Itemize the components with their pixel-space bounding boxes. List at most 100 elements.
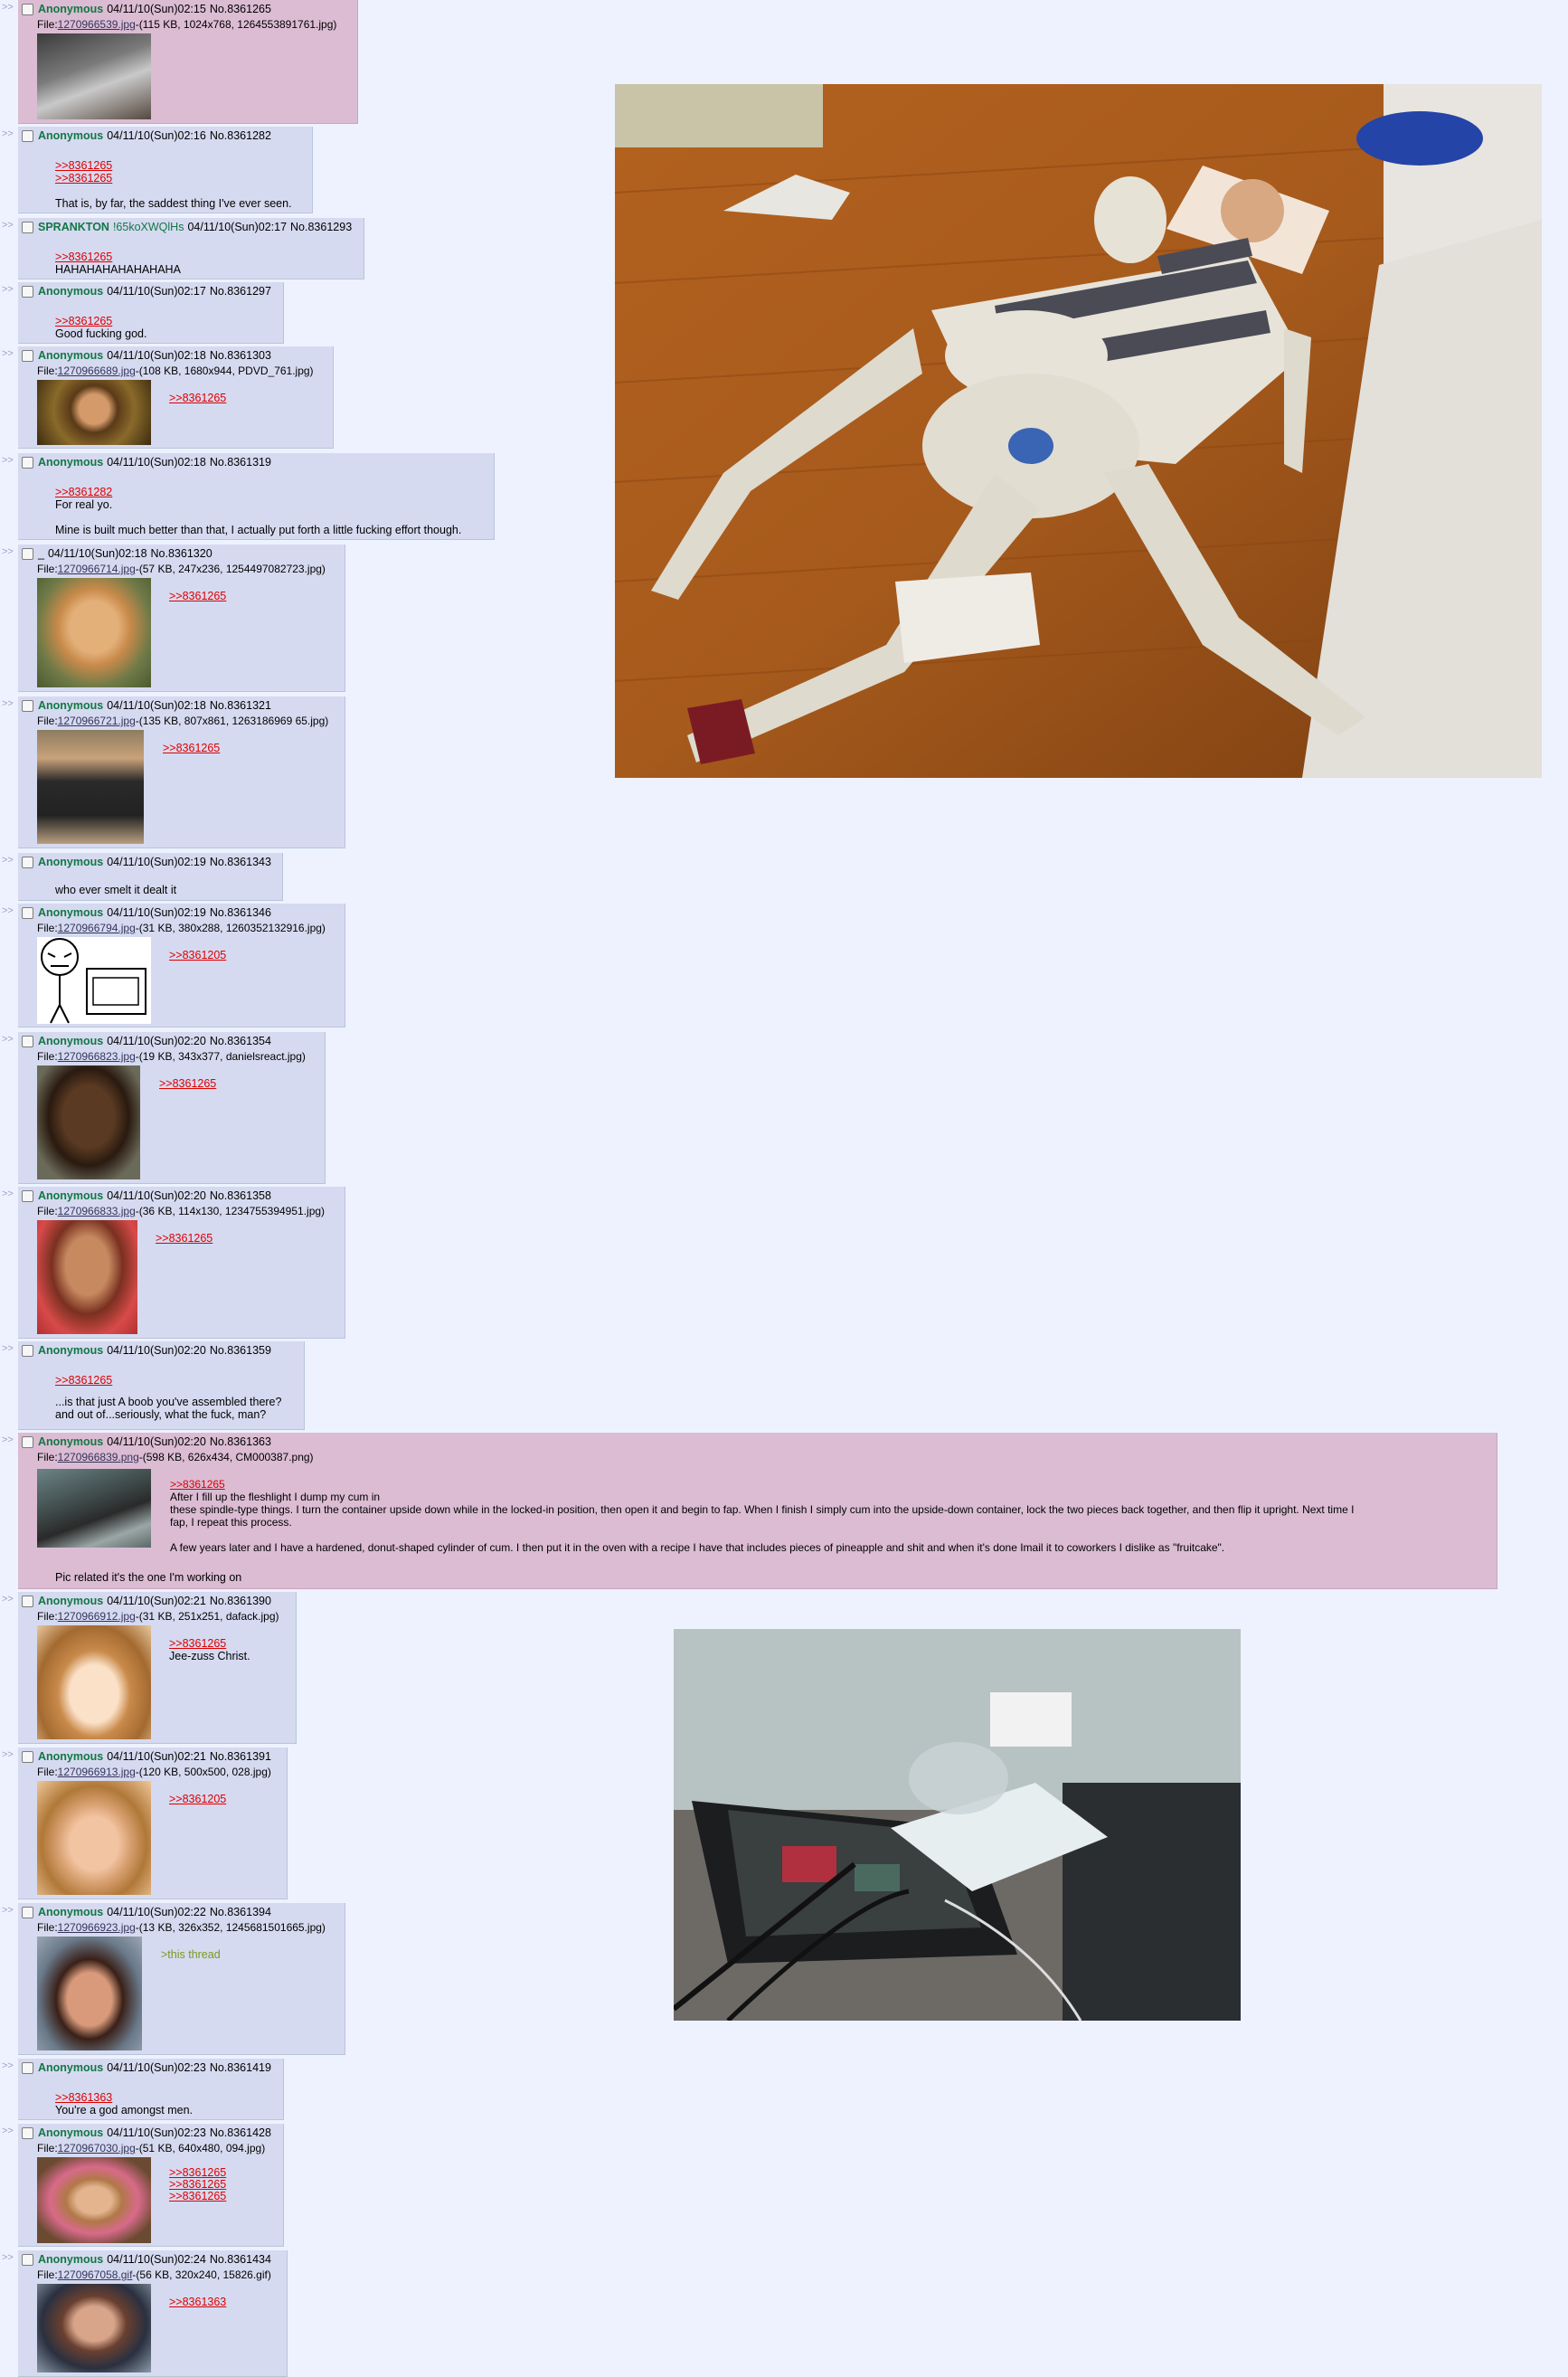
file-link[interactable]: 1270967058.gif xyxy=(58,2268,133,2281)
post-number[interactable]: No.8361354 xyxy=(210,1035,271,1047)
checkbox-icon[interactable] xyxy=(22,547,33,560)
quote-link[interactable]: >>8361265 xyxy=(55,1374,281,1387)
thumbnail[interactable] xyxy=(37,1220,137,1334)
post-date: 04/11/10(Sun)02:19 xyxy=(107,856,206,868)
thumbnail[interactable] xyxy=(37,33,151,119)
thumbnail[interactable] xyxy=(37,937,151,1024)
post-number[interactable]: No.8361321 xyxy=(210,699,271,712)
thumbnail[interactable] xyxy=(37,380,151,445)
checkbox-icon[interactable] xyxy=(22,3,33,15)
checkbox-icon[interactable] xyxy=(22,1906,33,1918)
checkbox-icon[interactable] xyxy=(22,2126,33,2139)
post-number[interactable]: No.8361293 xyxy=(290,221,352,233)
checkbox-icon[interactable] xyxy=(22,1435,33,1448)
quote-link[interactable]: >>8361265 xyxy=(55,251,181,263)
file-link[interactable]: 1270966539.jpg xyxy=(58,18,136,31)
post-number[interactable]: No.8361297 xyxy=(210,285,271,298)
quote-link[interactable]: >>8361265 xyxy=(55,159,292,172)
reply-arrow: >> xyxy=(2,1749,14,1760)
checkbox-icon[interactable] xyxy=(22,1035,33,1047)
quote-link[interactable]: >>8361265 xyxy=(169,2191,226,2202)
file-link[interactable]: 1270966833.jpg xyxy=(58,1205,136,1217)
post-number[interactable]: No.8361320 xyxy=(151,547,213,560)
post-number[interactable]: No.8361394 xyxy=(210,1906,271,1918)
post-date: 04/11/10(Sun)02:21 xyxy=(107,1750,206,1763)
quote-link[interactable]: >>8361265 xyxy=(170,1478,1354,1491)
quote-link[interactable]: >>8361265 xyxy=(55,315,146,327)
thumbnail[interactable] xyxy=(37,1781,151,1895)
checkbox-icon[interactable] xyxy=(22,1189,33,1202)
file-link[interactable]: 1270967030.jpg xyxy=(58,2142,136,2154)
thumbnail[interactable] xyxy=(37,2284,151,2372)
checkbox-icon[interactable] xyxy=(22,285,33,298)
poster-name: Anonymous xyxy=(38,2061,104,2074)
checkbox-icon[interactable] xyxy=(22,1344,33,1357)
checkbox-icon[interactable] xyxy=(22,349,33,362)
post-number[interactable]: No.8361303 xyxy=(210,349,271,362)
checkbox-icon[interactable] xyxy=(22,856,33,868)
poster-name: Anonymous xyxy=(38,906,104,919)
quote-link[interactable]: >>8361363 xyxy=(169,2296,226,2308)
checkbox-icon[interactable] xyxy=(22,1595,33,1607)
quote-link[interactable]: >>8361363 xyxy=(55,2091,193,2104)
quote-link[interactable]: >>8361265 xyxy=(55,172,292,185)
file-info: File:1270966839.png-(598 KB, 626x434, CM… xyxy=(37,1451,314,1463)
post-number[interactable]: No.8361419 xyxy=(210,2061,271,2074)
checkbox-icon[interactable] xyxy=(22,456,33,469)
post-message: >>8361282 For real yo. Mine is built muc… xyxy=(55,486,461,536)
quote-link[interactable]: >>8361265 xyxy=(169,1637,250,1650)
file-link[interactable]: 1270966721.jpg xyxy=(58,715,136,727)
checkbox-icon[interactable] xyxy=(22,2253,33,2266)
quote-link[interactable]: >>8361265 xyxy=(156,1232,213,1245)
post-number[interactable]: No.8361282 xyxy=(210,129,271,142)
post-number[interactable]: No.8361391 xyxy=(210,1750,271,1763)
thumbnail[interactable] xyxy=(37,730,144,844)
file-link[interactable]: 1270966689.jpg xyxy=(58,365,136,377)
expanded-image-doll[interactable] xyxy=(615,84,1542,778)
quote-link[interactable]: >>8361282 xyxy=(55,486,461,498)
message-line: fap, I repeat this process. xyxy=(170,1516,292,1529)
quote-link[interactable]: >>8361265 xyxy=(169,590,226,602)
thumbnail[interactable] xyxy=(37,1937,142,2050)
file-link[interactable]: 1270966714.jpg xyxy=(58,563,136,575)
post-8361343: >> Anonymous 04/11/10(Sun)02:19 No.8361343… xyxy=(2,853,283,901)
post-number[interactable]: No.8361359 xyxy=(210,1344,271,1357)
post-number[interactable]: No.8361319 xyxy=(210,456,271,469)
thumbnail[interactable] xyxy=(37,1469,151,1548)
post-number[interactable]: No.8361428 xyxy=(210,2126,271,2139)
file-link[interactable]: 1270966823.jpg xyxy=(58,1050,136,1063)
quote-link[interactable]: >>8361205 xyxy=(169,1793,226,1805)
file-link[interactable]: 1270966923.jpg xyxy=(58,1921,136,1934)
quote-link[interactable]: >>8361265 xyxy=(169,392,226,404)
checkbox-icon[interactable] xyxy=(22,2061,33,2074)
quote-link[interactable]: >>8361265 xyxy=(159,1077,216,1090)
checkbox-icon[interactable] xyxy=(22,221,33,233)
quote-link[interactable]: >>8361205 xyxy=(169,949,226,961)
message-line: these spindle-type things. I turn the co… xyxy=(170,1503,1355,1516)
reply-arrow: >> xyxy=(2,2126,14,2136)
post-number[interactable]: No.8361343 xyxy=(210,856,271,868)
post-number[interactable]: No.8361346 xyxy=(210,906,271,919)
reply-arrow: >> xyxy=(2,2,14,13)
checkbox-icon[interactable] xyxy=(22,129,33,142)
file-link[interactable]: 1270966794.jpg xyxy=(58,922,136,934)
quote-link[interactable]: >>8361265 xyxy=(163,742,220,754)
thumbnail[interactable] xyxy=(37,1625,151,1739)
file-link[interactable]: 1270966912.jpg xyxy=(58,1610,136,1623)
file-link[interactable]: 1270966913.jpg xyxy=(58,1766,136,1778)
checkbox-icon[interactable] xyxy=(22,699,33,712)
post-number[interactable]: No.8361265 xyxy=(210,3,271,15)
post-number[interactable]: No.8361390 xyxy=(210,1595,271,1607)
post-number[interactable]: No.8361363 xyxy=(210,1435,271,1448)
post-number[interactable]: No.8361358 xyxy=(210,1189,271,1202)
thumbnail[interactable] xyxy=(37,1065,140,1179)
post-8361282: >> Anonymous 04/11/10(Sun)02:16 No.8361282… xyxy=(2,127,313,213)
file-link[interactable]: 1270966839.png xyxy=(58,1451,139,1463)
expanded-image-computer[interactable] xyxy=(674,1629,1241,2021)
thumbnail[interactable] xyxy=(37,578,151,687)
poster-name: Anonymous xyxy=(38,1906,104,1918)
checkbox-icon[interactable] xyxy=(22,906,33,919)
thumbnail[interactable] xyxy=(37,2157,151,2243)
checkbox-icon[interactable] xyxy=(22,1750,33,1763)
post-number[interactable]: No.8361434 xyxy=(210,2253,271,2266)
